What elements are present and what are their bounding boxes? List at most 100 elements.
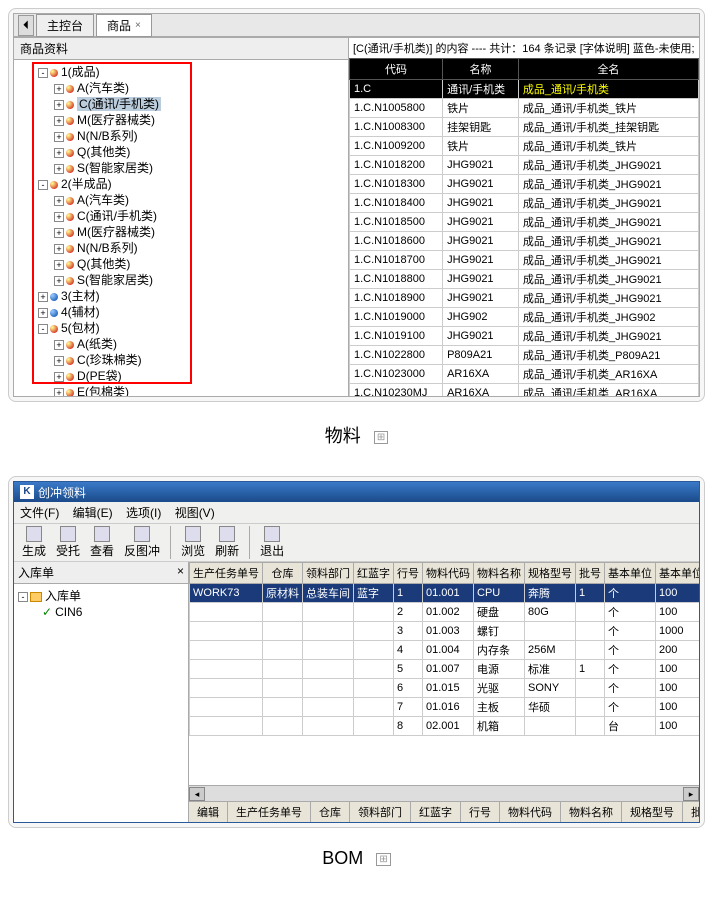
col-name[interactable]: 名称 xyxy=(443,59,519,80)
toolbar-受托[interactable]: 受托 xyxy=(54,526,82,559)
scroll-right-icon[interactable]: ▸ xyxy=(683,787,699,801)
tree-node[interactable]: 2(半成品) xyxy=(61,177,112,191)
table-row[interactable]: 1.C.N1018600JHG9021成品_通讯/手机类_JHG9021 xyxy=(350,232,699,251)
table-row[interactable]: 701.016主板华硕个100 xyxy=(190,698,700,717)
titlebar[interactable]: K 创冲领料 xyxy=(14,482,699,502)
table-row[interactable]: 1.C.N1022800P809A21成品_通讯/手机类_P809A21 xyxy=(350,346,699,365)
table-row[interactable]: 201.002硬盘80G个100 xyxy=(190,603,700,622)
table-row[interactable]: 1.C.N1019000JHG902成品_通讯/手机类_JHG902 xyxy=(350,308,699,327)
tree-node[interactable]: 1(成品) xyxy=(61,65,100,79)
tree-node[interactable]: E(包棉类) xyxy=(77,385,129,396)
expander-icon[interactable]: + xyxy=(54,212,64,222)
expander-icon[interactable]: + xyxy=(54,388,64,396)
toolbar-刷新[interactable]: 刷新 xyxy=(213,526,241,559)
tree-node[interactable]: M(医疗器械类) xyxy=(77,225,155,239)
menu-file[interactable]: 文件(F) xyxy=(20,506,59,520)
menu-edit[interactable]: 编辑(E) xyxy=(73,506,113,520)
footer-col[interactable]: 物料名称 xyxy=(561,802,622,822)
expander-icon[interactable]: + xyxy=(54,148,64,158)
tab-goods[interactable]: 商品 × xyxy=(96,14,152,37)
tree-node[interactable]: C(通讯/手机类) xyxy=(77,209,157,223)
footer-col[interactable]: 领料部门 xyxy=(350,802,411,822)
tree-node[interactable]: A(纸类) xyxy=(77,337,117,351)
expander-icon[interactable]: - xyxy=(38,324,48,334)
expander-icon[interactable]: + xyxy=(38,308,48,318)
col-header[interactable]: 生产任务单号 xyxy=(190,563,263,584)
back-button[interactable]: ⏴ xyxy=(18,15,34,36)
footer-col[interactable]: 规格型号 xyxy=(622,802,683,822)
table-row[interactable]: 802.001机箱台100 xyxy=(190,717,700,736)
expander-icon[interactable]: - xyxy=(38,180,48,190)
table-row[interactable]: 1.C.N1018500JHG9021成品_通讯/手机类_JHG9021 xyxy=(350,213,699,232)
footer-col[interactable]: 编辑 xyxy=(189,802,228,822)
tree-node[interactable]: D(PE袋) xyxy=(77,369,122,383)
tree-node[interactable]: S(智能家居类) xyxy=(77,273,153,287)
col-header[interactable]: 批号 xyxy=(576,563,605,584)
table-row[interactable]: 1.C.N1018900JHG9021成品_通讯/手机类_JHG9021 xyxy=(350,289,699,308)
tree-node[interactable]: N(N/B系列) xyxy=(77,241,138,255)
tree-node-selected[interactable]: C(通讯/手机类) xyxy=(77,97,161,111)
toolbar-生成[interactable]: 生成 xyxy=(20,526,48,559)
expander-icon[interactable]: + xyxy=(54,84,64,94)
tree-node[interactable]: 3(主材) xyxy=(61,289,100,303)
tree-node[interactable]: N(N/B系列) xyxy=(77,129,138,143)
close-icon[interactable]: × xyxy=(135,20,141,31)
col-fullname[interactable]: 全名 xyxy=(518,59,698,80)
close-icon[interactable]: × xyxy=(177,564,184,581)
hscrollbar[interactable]: ◂ ▸ xyxy=(189,785,699,801)
expander-icon[interactable]: + xyxy=(54,132,64,142)
table-row[interactable]: 1.C.N1019100JHG9021成品_通讯/手机类_JHG9021 xyxy=(350,327,699,346)
menu-option[interactable]: 选项(I) xyxy=(126,506,161,520)
footer-col[interactable]: 物料代码 xyxy=(500,802,561,822)
menu-view[interactable]: 视图(V) xyxy=(175,506,215,520)
table-row[interactable]: 601.015光驱SONY个100 xyxy=(190,679,700,698)
table-row[interactable]: 1.C.N1023000AR16XA成品_通讯/手机类_AR16XA xyxy=(350,365,699,384)
col-header[interactable]: 物料代码 xyxy=(423,563,474,584)
col-header[interactable]: 行号 xyxy=(394,563,423,584)
table-row[interactable]: 1.C通讯/手机类成品_通讯/手机类 xyxy=(350,80,699,99)
toolbar-查看[interactable]: 查看 xyxy=(88,526,116,559)
tree-node[interactable]: 4(辅材) xyxy=(61,305,100,319)
col-header[interactable]: 基本单位申请数量 xyxy=(656,563,700,584)
tree-node[interactable]: Q(其他类) xyxy=(77,145,130,159)
expander-icon[interactable]: + xyxy=(54,228,64,238)
expander-icon[interactable]: + xyxy=(54,196,64,206)
scroll-left-icon[interactable]: ◂ xyxy=(189,787,205,801)
table-row[interactable]: 1.C.N1005800铁片成品_通讯/手机类_铁片 xyxy=(350,99,699,118)
material-grid[interactable]: 生产任务单号仓库领料部门红蓝字行号物料代码物料名称规格型号批号基本单位基本单位申… xyxy=(189,562,699,785)
table-row[interactable]: 1.C.N1018700JHG9021成品_通讯/手机类_JHG9021 xyxy=(350,251,699,270)
col-header[interactable]: 红蓝字 xyxy=(354,563,394,584)
expander-icon[interactable]: + xyxy=(54,244,64,254)
expander-icon[interactable]: + xyxy=(54,372,64,382)
col-header[interactable]: 领料部门 xyxy=(303,563,354,584)
col-header[interactable]: 规格型号 xyxy=(525,563,576,584)
table-row[interactable]: 301.003螺钉个1000 xyxy=(190,622,700,641)
tree-node[interactable]: S(智能家居类) xyxy=(77,161,153,175)
expander-icon[interactable]: + xyxy=(54,276,64,286)
col-code[interactable]: 代码 xyxy=(350,59,443,80)
col-header[interactable]: 基本单位 xyxy=(605,563,656,584)
table-row[interactable]: WORK73原材料总装车间蓝字101.001CPU奔腾1个100 xyxy=(190,584,700,603)
footer-col[interactable]: 批号 xyxy=(683,802,699,822)
table-row[interactable]: 501.007电源标准1个100 xyxy=(190,660,700,679)
goods-grid[interactable]: 代码 名称 全名 1.C通讯/手机类成品_通讯/手机类1.C.N1005800铁… xyxy=(349,58,699,396)
tab-main[interactable]: 主控台 xyxy=(36,14,94,37)
tree-root[interactable]: 入库单 xyxy=(45,589,81,603)
table-row[interactable]: 1.C.N1008300挂架钥匙成品_通讯/手机类_挂架钥匙 xyxy=(350,118,699,137)
tree-node[interactable]: M(医疗器械类) xyxy=(77,113,155,127)
category-tree[interactable]: -1(成品) +A(汽车类) +C(通讯/手机类) +M(医疗器械类) +N(N… xyxy=(14,60,348,396)
footer-col[interactable]: 红蓝字 xyxy=(411,802,461,822)
toolbar-退出[interactable]: 退出 xyxy=(258,526,286,559)
expander-icon[interactable]: + xyxy=(54,356,64,366)
expander-icon[interactable]: + xyxy=(54,116,64,126)
expander-icon[interactable]: + xyxy=(54,340,64,350)
inbound-tree[interactable]: -入库单 ✓CIN6 xyxy=(14,584,188,822)
toolbar-浏览[interactable]: 浏览 xyxy=(179,526,207,559)
table-row[interactable]: 1.C.N1018800JHG9021成品_通讯/手机类_JHG9021 xyxy=(350,270,699,289)
expander-icon[interactable]: + xyxy=(54,260,64,270)
tree-node[interactable]: C(珍珠棉类) xyxy=(77,353,142,367)
table-row[interactable]: 1.C.N10230MJAR16XA成品_通讯/手机类_AR16XA xyxy=(350,384,699,397)
table-row[interactable]: 1.C.N1018400JHG9021成品_通讯/手机类_JHG9021 xyxy=(350,194,699,213)
table-row[interactable]: 1.C.N1018300JHG9021成品_通讯/手机类_JHG9021 xyxy=(350,175,699,194)
table-row[interactable]: 1.C.N1009200铁片成品_通讯/手机类_铁片 xyxy=(350,137,699,156)
